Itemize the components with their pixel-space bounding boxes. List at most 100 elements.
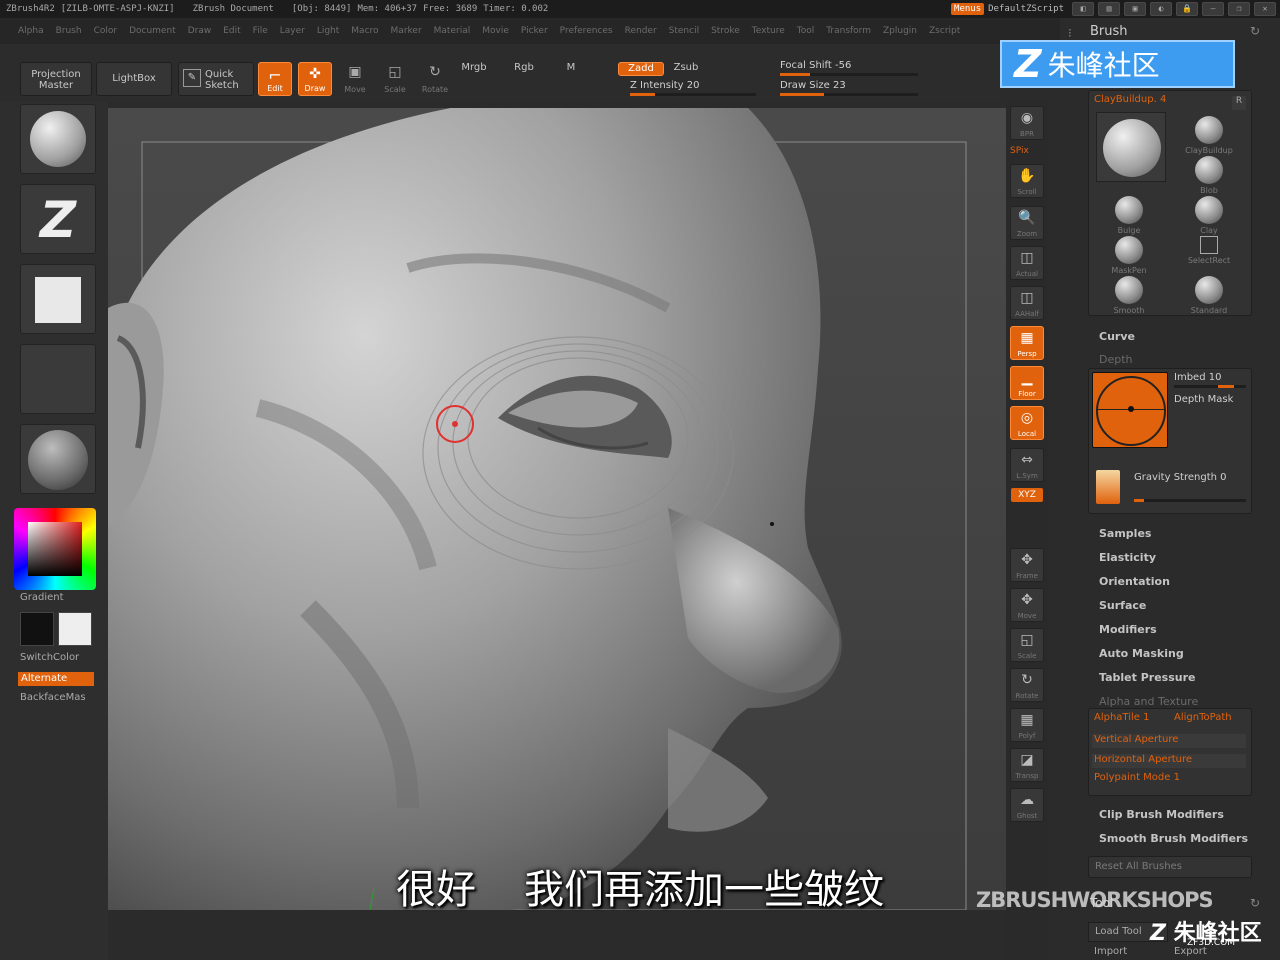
menu-document[interactable]: Document (129, 26, 176, 36)
lock-icon[interactable]: 🔒 (1176, 2, 1198, 16)
brush-r-button[interactable]: R (1232, 96, 1246, 110)
gradient-label[interactable]: Gradient (20, 592, 64, 603)
shelf-zoom-button[interactable]: 🔍 Zoom (1010, 206, 1044, 240)
current-brush-thumbnail[interactable] (1096, 112, 1166, 182)
menu-zscript[interactable]: Zscript (929, 26, 960, 36)
depth-section[interactable]: Depth (1099, 353, 1133, 366)
color-icon[interactable]: ◐ (1150, 2, 1172, 16)
import-button[interactable]: Import (1094, 946, 1127, 957)
smooth-brush-modifiers[interactable]: Smooth Brush Modifiers (1099, 832, 1248, 845)
rgb-button[interactable]: Rgb (506, 62, 542, 78)
menu-material[interactable]: Material (434, 26, 471, 36)
menu-light[interactable]: Light (317, 26, 339, 36)
shelf-rotate-button[interactable]: ↻ Rotate (1010, 668, 1044, 702)
section-elasticity[interactable]: Elasticity (1099, 551, 1156, 564)
layout-icon[interactable]: ◧ (1072, 2, 1094, 16)
depth-preview[interactable] (1092, 372, 1168, 448)
minimize-icon[interactable]: – (1202, 2, 1224, 16)
shelf-lsym-button[interactable]: ⇔ L.Sym (1010, 448, 1044, 482)
secondary-color-swatch[interactable] (58, 612, 92, 646)
menu-file[interactable]: File (253, 26, 268, 36)
polypaint-mode-slider[interactable]: Polypaint Mode 1 (1094, 772, 1180, 783)
vertical-aperture-slider[interactable]: Vertical Aperture (1092, 734, 1246, 748)
quick-sketch-button[interactable]: ✎ Quick Sketch (178, 62, 254, 96)
section-samples[interactable]: Samples (1099, 527, 1151, 540)
shelf-ghost-button[interactable]: ☁ Ghost (1010, 788, 1044, 822)
shelf-scroll-button[interactable]: ✋ Scroll (1010, 164, 1044, 198)
scale-button[interactable]: ◱ Scale (378, 62, 412, 96)
color-picker[interactable] (14, 508, 96, 590)
menu-movie[interactable]: Movie (482, 26, 509, 36)
layout2-icon[interactable]: ▥ (1098, 2, 1120, 16)
draw-button[interactable]: ✜ Draw (298, 62, 332, 96)
shelf-local-button[interactable]: ◎ Local (1010, 406, 1044, 440)
brush-clay[interactable]: Clay (1174, 196, 1244, 235)
shelf-aahalf-button[interactable]: ◫ AAHalf (1010, 286, 1044, 320)
menu-marker[interactable]: Marker (391, 26, 422, 36)
texture-slot[interactable] (20, 344, 96, 414)
shelf-actual-button[interactable]: ◫ Actual (1010, 246, 1044, 280)
menus-button[interactable]: Menus (951, 3, 985, 15)
rotate-button[interactable]: ↻ Rotate (418, 62, 452, 96)
zscript-label[interactable]: DefaultZScript (988, 4, 1064, 14)
menu-zplugin[interactable]: Zplugin (883, 26, 917, 36)
horizontal-aperture-slider[interactable]: Horizontal Aperture (1092, 754, 1246, 768)
shelf-floor-button[interactable]: ▁ Floor (1010, 366, 1044, 400)
clip-brush-modifiers[interactable]: Clip Brush Modifiers (1099, 808, 1224, 821)
zadd-button[interactable]: Zadd (618, 62, 664, 76)
draw-size-slider[interactable]: Draw Size 23 (780, 80, 918, 96)
shelf-transp-button[interactable]: ◪ Transp (1010, 748, 1044, 782)
alternate-button[interactable]: Alternate (18, 672, 94, 686)
move-button[interactable]: ▣ Move (338, 62, 372, 96)
menu-tool[interactable]: Tool (797, 26, 814, 36)
alpha-texture-section[interactable]: Alpha and Texture (1099, 695, 1198, 708)
close-icon[interactable]: ✕ (1254, 2, 1276, 16)
menu-macro[interactable]: Macro (351, 26, 378, 36)
menu-picker[interactable]: Picker (521, 26, 548, 36)
color-square[interactable] (28, 522, 82, 576)
switch-color-button[interactable]: SwitchColor (20, 652, 79, 663)
focal-shift-slider[interactable]: Focal Shift -56 (780, 60, 918, 76)
shelf-persp-button[interactable]: ▦ Persp (1010, 326, 1044, 360)
brush-panel-refresh-icon[interactable]: ↻ (1250, 24, 1260, 38)
brush-bulge[interactable]: Bulge (1094, 196, 1164, 235)
brush-standard[interactable]: Standard (1174, 276, 1244, 315)
menu-transform[interactable]: Transform (826, 26, 871, 36)
shelf-frame-button[interactable]: ✥ Frame (1010, 548, 1044, 582)
brush-smooth[interactable]: Smooth (1094, 276, 1164, 315)
menu-stroke[interactable]: Stroke (711, 26, 740, 36)
brush-panel-title[interactable]: Brush (1090, 24, 1128, 39)
section-orientation[interactable]: Orientation (1099, 575, 1170, 588)
shelf-scale-button[interactable]: ◱ Scale (1010, 628, 1044, 662)
imbed-slider[interactable]: Imbed 10 (1174, 372, 1246, 388)
menu-edit[interactable]: Edit (223, 26, 240, 36)
z-intensity-slider[interactable]: Z Intensity 20 (630, 80, 756, 96)
section-modifiers[interactable]: Modifiers (1099, 623, 1157, 636)
zsub-button[interactable]: Zsub (666, 62, 706, 76)
aligntopath-button[interactable]: AlignToPath (1174, 712, 1232, 723)
alphatile-slider[interactable]: AlphaTile 1 (1094, 712, 1149, 723)
menu-layer[interactable]: Layer (280, 26, 305, 36)
material-slot[interactable] (20, 424, 96, 494)
menu-texture[interactable]: Texture (752, 26, 785, 36)
menu-stencil[interactable]: Stencil (669, 26, 699, 36)
menu-preferences[interactable]: Preferences (560, 26, 613, 36)
backface-mask-button[interactable]: BackfaceMas (20, 692, 86, 703)
main-color-swatch[interactable] (20, 612, 54, 646)
restore-icon[interactable]: ❐ (1228, 2, 1250, 16)
brush-claybuildup[interactable]: ClayBuildup (1174, 116, 1244, 155)
brush-blob[interactable]: Blob (1174, 156, 1244, 195)
mrgb-button[interactable]: Mrgb (456, 62, 492, 78)
shelf-bpr-button[interactable]: ◉ BPR (1010, 106, 1044, 140)
menu-render[interactable]: Render (625, 26, 657, 36)
stroke-slot[interactable]: Z (20, 184, 96, 254)
alpha-slot[interactable] (20, 264, 96, 334)
ui-icon[interactable]: ▣ (1124, 2, 1146, 16)
shelf-polyf-button[interactable]: ▦ Polyf (1010, 708, 1044, 742)
spix-label[interactable]: SPix (1010, 146, 1029, 156)
menu-alpha[interactable]: Alpha (18, 26, 44, 36)
menu-draw[interactable]: Draw (188, 26, 212, 36)
section-surface[interactable]: Surface (1099, 599, 1146, 612)
brush-selectrect[interactable]: SelectRect (1174, 236, 1244, 265)
depth-mask-button[interactable]: Depth Mask (1174, 394, 1233, 405)
